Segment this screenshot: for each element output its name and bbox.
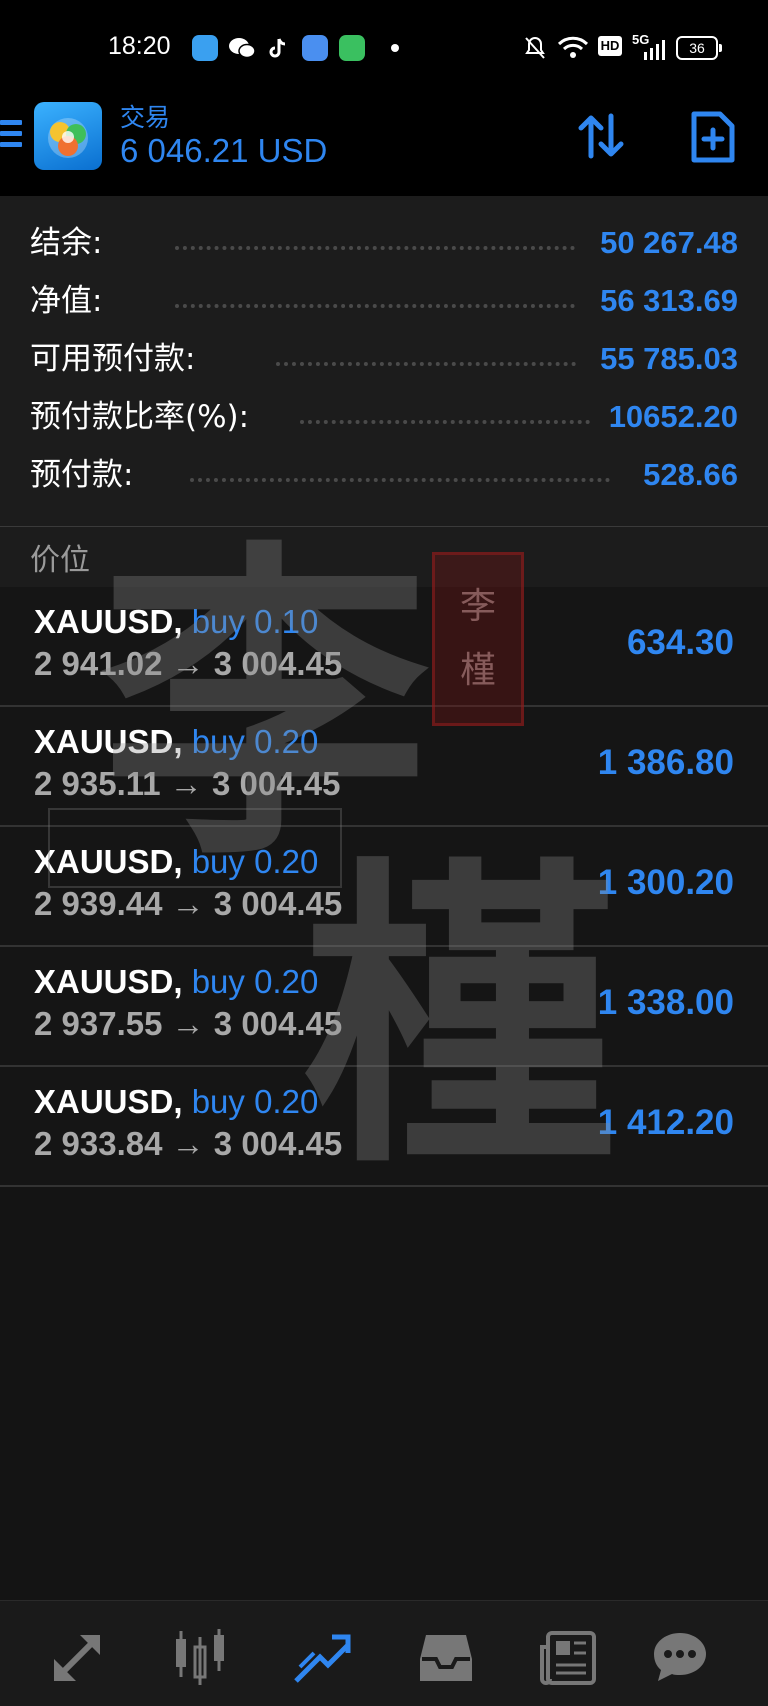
summary-row-equity: 净值: 56 313.69: [30, 276, 738, 326]
summary-value: 55 785.03: [600, 341, 738, 376]
header-balance: 6 046.21 USD: [120, 132, 328, 169]
dot-leader: [276, 362, 576, 366]
chat-icon[interactable]: [650, 1627, 710, 1687]
position-prices: 2 933.84 → 3 004.45: [34, 1125, 343, 1162]
app-logo: [34, 102, 102, 170]
summary-value: 50 267.48: [600, 225, 738, 260]
summary-label: 预付款比率(%):: [30, 399, 250, 435]
position-prices: 2 937.55 → 3 004.45: [34, 1005, 343, 1042]
notification-dot: [391, 44, 399, 52]
summary-value: 10652.20: [608, 399, 738, 434]
symbol-text: XAUUSD,: [34, 1083, 183, 1120]
summary-row-balance: 结余: 50 267.48: [30, 218, 738, 268]
wifi-icon: [557, 36, 589, 58]
seal-char: 李: [459, 586, 496, 627]
mute-icon: [525, 36, 545, 59]
seal-char: 槿: [459, 650, 496, 691]
position-symbol: XAUUSD, buy 0.20: [34, 1083, 318, 1121]
news-icon[interactable]: [540, 1627, 600, 1687]
history-icon[interactable]: [416, 1627, 476, 1687]
app-icon: [302, 35, 328, 61]
symbol-text: XAUUSD,: [34, 963, 183, 1000]
wechat-icon: [228, 35, 256, 61]
new-order-icon[interactable]: [690, 110, 736, 164]
summary-label: 净值:: [30, 283, 103, 319]
app-icon: [192, 35, 218, 61]
chart-icon[interactable]: [170, 1627, 230, 1687]
status-bar: 18:20 HD 5G 36: [0, 0, 768, 96]
dot-leader: [300, 420, 590, 424]
summary-row-free-margin: 可用预付款: 55 785.03: [30, 334, 738, 384]
tiktok-icon: [265, 35, 291, 61]
page-title: 交易: [120, 103, 171, 132]
position-profit: 634.30: [626, 623, 734, 662]
shop-icon: [339, 35, 365, 61]
sort-icon[interactable]: [575, 110, 627, 162]
dot-leader: [175, 246, 575, 250]
summary-label: 可用预付款:: [30, 341, 196, 377]
app-header: 交易 6 046.21 USD: [0, 96, 768, 196]
hd-badge: HD: [598, 36, 622, 56]
quotes-icon[interactable]: [48, 1627, 108, 1687]
watermark-char-large: 槿: [300, 831, 620, 1206]
trade-icon[interactable]: [292, 1627, 352, 1687]
signal-icon: [644, 40, 665, 60]
dot-leader: [175, 304, 575, 308]
bottom-nav: [0, 1600, 768, 1706]
status-time: 18:20: [108, 32, 171, 60]
summary-row-margin-level: 预付款比率(%): 10652.20: [30, 392, 738, 442]
summary-label: 结余:: [30, 225, 103, 261]
menu-icon[interactable]: [0, 120, 22, 152]
positions-title: 价位: [30, 543, 90, 578]
watermark-seal: 李 槿: [432, 552, 524, 726]
battery-icon: 36: [676, 36, 722, 60]
position-symbol: XAUUSD, buy 0.20: [34, 963, 318, 1001]
summary-value: 56 313.69: [600, 283, 738, 318]
summary-value: 528.66: [643, 457, 738, 492]
